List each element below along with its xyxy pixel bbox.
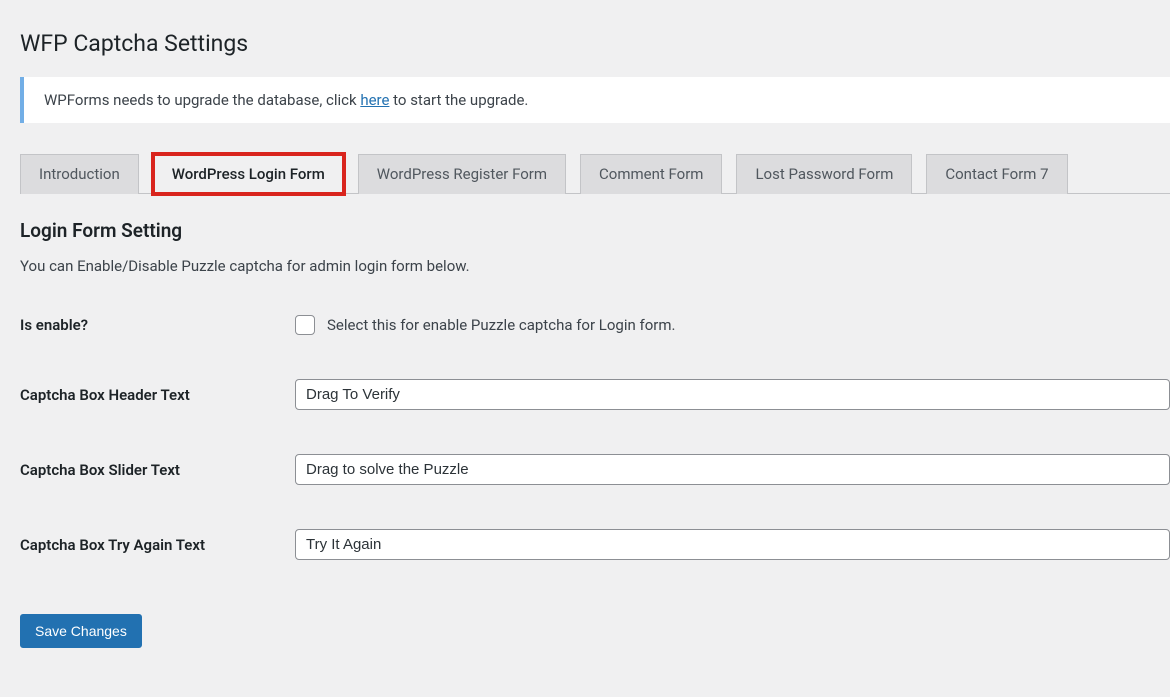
settings-form: Is enable? Select this for enable Puzzle… [20,315,1170,560]
checkbox-label-is-enable: Select this for enable Puzzle captcha fo… [327,316,675,334]
input-slider-text[interactable] [295,454,1170,485]
row-is-enable: Is enable? Select this for enable Puzzle… [20,315,1170,335]
checkbox-is-enable[interactable] [295,315,315,335]
upgrade-notice: WPForms needs to upgrade the database, c… [20,77,1170,123]
notice-text-before: WPForms needs to upgrade the database, c… [44,91,360,109]
tab-contact-form-7[interactable]: Contact Form 7 [926,154,1067,194]
label-slider-text: Captcha Box Slider Text [20,461,295,479]
row-slider-text: Captcha Box Slider Text [20,454,1170,485]
section-description: You can Enable/Disable Puzzle captcha fo… [20,257,1170,275]
save-changes-button[interactable]: Save Changes [20,614,142,648]
tab-wordpress-login-form[interactable]: WordPress Login Form [153,154,344,194]
label-is-enable: Is enable? [20,316,295,334]
tab-lost-password-form[interactable]: Lost Password Form [736,154,912,194]
tab-introduction[interactable]: Introduction [20,154,139,194]
tab-comment-form[interactable]: Comment Form [580,154,722,194]
label-try-again-text: Captcha Box Try Again Text [20,536,295,554]
settings-tabs: Introduction WordPress Login Form WordPr… [20,153,1170,194]
upgrade-link[interactable]: here [360,91,389,109]
row-try-again-text: Captcha Box Try Again Text [20,529,1170,560]
label-header-text: Captcha Box Header Text [20,386,295,404]
page-title: WFP Captcha Settings [20,0,1170,77]
row-header-text: Captcha Box Header Text [20,379,1170,410]
notice-text-after: to start the upgrade. [389,91,528,109]
input-try-again-text[interactable] [295,529,1170,560]
tab-wordpress-register-form[interactable]: WordPress Register Form [358,154,566,194]
section-heading: Login Form Setting [20,219,1170,242]
input-header-text[interactable] [295,379,1170,410]
